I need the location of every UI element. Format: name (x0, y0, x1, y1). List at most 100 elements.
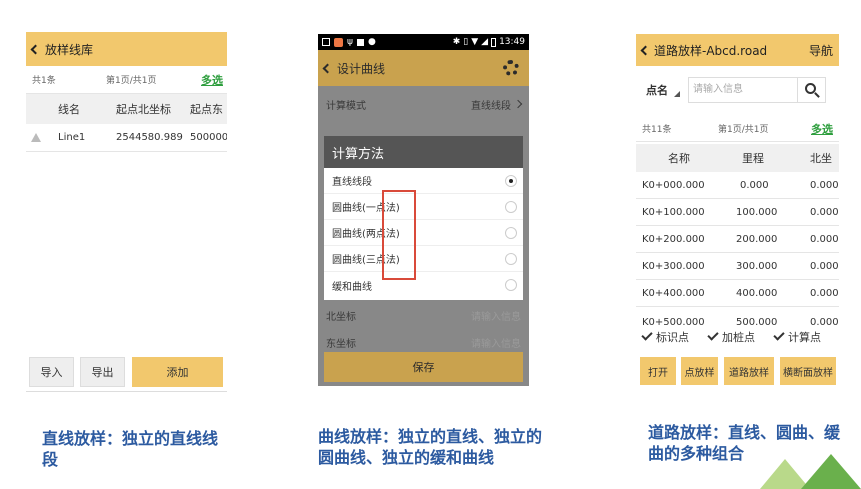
dropdown-corner-icon[interactable] (674, 91, 680, 97)
dialog-title: 计算方法 (324, 136, 523, 168)
page-title: 道路放样-Abcd.road (654, 43, 768, 58)
footer-toolbar: 导入 导出 添加 (26, 352, 227, 391)
search-type-select[interactable]: 点名 (646, 82, 668, 98)
header-bar: 放样线库 (26, 32, 227, 66)
option-straight-line[interactable]: 直线线段 (324, 168, 523, 194)
wifi-icon: ▼ (471, 37, 479, 47)
table-header: 名称 里程 北坐 (636, 144, 839, 172)
row-north: 0.000 (810, 179, 839, 191)
row-name: K0+400.000 (642, 287, 705, 299)
checkbox-calc-point[interactable]: 计算点 (770, 329, 821, 345)
option-circle-two-point[interactable]: 圆曲线(两点法) (324, 220, 523, 246)
back-chevron-icon[interactable] (640, 45, 651, 55)
page-indicator: 第1页/共1页 (718, 125, 769, 135)
column-header: 名称 (668, 152, 690, 165)
radio-icon[interactable] (505, 279, 517, 291)
option-transition-curve[interactable]: 缓和曲线 (324, 272, 523, 298)
signal-icon: ◢ (481, 37, 489, 47)
lock-icon (356, 38, 364, 46)
row-mileage: 400.000 (736, 287, 778, 299)
row-name: K0+100.000 (642, 206, 705, 218)
export-button[interactable]: 导出 (80, 357, 125, 387)
row-name: K0+300.000 (642, 260, 705, 272)
import-button[interactable]: 导入 (29, 357, 74, 387)
row-mileage: 500.000 (736, 317, 778, 325)
calc-mode-label: 计算模式 (326, 100, 366, 112)
column-header: 起点北坐标 (116, 103, 171, 116)
back-chevron-icon[interactable] (30, 44, 41, 54)
radio-icon[interactable] (505, 201, 517, 213)
checkbox-marker-point[interactable]: 标识点 (638, 329, 689, 345)
table-row[interactable]: K0+500.000 500.000 0.000 (636, 307, 839, 325)
column-header: 北坐 (810, 152, 832, 165)
calc-mode-value: 直线线段 (471, 100, 511, 112)
point-filter-checkboxes: 标识点 加桩点 计算点 (636, 326, 839, 348)
header-bar: 道路放样-Abcd.road 导航 (636, 34, 839, 66)
app-icon (334, 37, 343, 47)
table-header: 线名 起点北坐标 起点东 (26, 94, 227, 124)
option-label: 缓和曲线 (332, 281, 372, 293)
multi-select-link[interactable]: 多选 (811, 121, 833, 137)
list-info-bar: 共11条 第1页/共1页 多选 (636, 116, 839, 142)
option-circle-three-point[interactable]: 圆曲线(三点法) (324, 246, 523, 272)
triangle-icon (31, 133, 41, 142)
open-button[interactable]: 打开 (640, 357, 676, 385)
line-name: Line1 (58, 132, 86, 143)
cross-section-stakeout-button[interactable]: 横断面放样 (780, 357, 836, 385)
start-north: 2544580.989 (116, 132, 183, 143)
point-stakeout-button[interactable]: 点放样 (681, 357, 718, 385)
radio-icon[interactable] (505, 253, 517, 265)
radio-selected-icon[interactable] (505, 175, 517, 187)
back-chevron-icon[interactable] (322, 63, 333, 73)
chevron-right-icon (513, 99, 523, 109)
add-button[interactable]: 添加 (132, 357, 223, 387)
column-header: 起点东 (190, 103, 223, 116)
checkbox-chainage-point[interactable]: 加桩点 (704, 329, 755, 345)
east-coord-row[interactable]: 东坐标 请输入信息 (318, 332, 529, 350)
bluetooth-icon: ✱ (452, 37, 461, 47)
north-coord-label: 北坐标 (326, 311, 356, 323)
stakeout-line-library-screen: 放样线库 共1条 第1页/共1页 多选 线名 起点北坐标 起点东 Line1 2… (26, 32, 227, 392)
list-info-bar: 共1条 第1页/共1页 多选 (26, 66, 227, 94)
north-coord-row[interactable]: 北坐标 请输入信息 (318, 302, 529, 328)
check-icon (707, 329, 719, 341)
header-bar: 设计曲线 (318, 50, 529, 86)
row-north: 0.000 (810, 260, 839, 272)
row-name: K0+000.000 (642, 179, 705, 191)
table-row[interactable]: K0+200.000 200.000 0.000 (636, 226, 839, 253)
record-count: 共11条 (642, 125, 672, 135)
option-circle-one-point[interactable]: 圆曲线(一点法) (324, 194, 523, 220)
calc-method-dialog: 计算方法 直线线段 圆曲线(一点法) 圆曲线(两点法) 圆曲线(三点法) 缓和曲… (324, 136, 523, 300)
row-north: 0.000 (810, 233, 839, 245)
road-stakeout-button[interactable]: 道路放样 (724, 357, 774, 385)
table-row[interactable]: Line1 2544580.989 500000 (26, 124, 227, 152)
east-coord-input[interactable]: 请输入信息 (471, 335, 521, 350)
calc-mode-row[interactable]: 计算模式 直线线段 (318, 90, 529, 118)
navigation-button[interactable]: 导航 (809, 42, 833, 59)
search-bar: 点名 请输入信息 (636, 72, 839, 108)
decorative-triangle (801, 454, 861, 489)
caption-line-stakeout: 直线放样：独立的直线线段 (42, 429, 219, 469)
status-bar: ψ ● ✱ ▯ ▼ ◢ 13:49 (318, 34, 529, 50)
vibrate-icon: ▯ (463, 37, 469, 47)
page-indicator: 第1页/共1页 (106, 76, 157, 86)
radio-icon[interactable] (505, 227, 517, 239)
road-stakeout-screen: 道路放样-Abcd.road 导航 点名 请输入信息 共11条 第1页/共1页 … (636, 34, 839, 390)
row-mileage: 200.000 (736, 233, 778, 245)
table-row[interactable]: K0+000.000 0.000 0.000 (636, 172, 839, 199)
table-row[interactable]: K0+400.000 400.000 0.000 (636, 280, 839, 307)
table-row[interactable]: K0+100.000 100.000 0.000 (636, 199, 839, 226)
search-button[interactable] (798, 77, 826, 103)
search-input[interactable]: 请输入信息 (688, 77, 798, 103)
gear-icon[interactable] (503, 60, 519, 76)
app-icon (322, 38, 330, 46)
page-title: 放样线库 (45, 42, 94, 57)
multi-select-link[interactable]: 多选 (201, 72, 223, 88)
check-icon (773, 329, 785, 341)
save-button[interactable]: 保存 (324, 352, 523, 382)
north-coord-input[interactable]: 请输入信息 (471, 308, 521, 323)
android-icon: ● (367, 37, 376, 47)
table-row[interactable]: K0+300.000 300.000 0.000 (636, 253, 839, 280)
start-east: 500000 (190, 132, 227, 143)
east-coord-label: 东坐标 (326, 339, 356, 350)
